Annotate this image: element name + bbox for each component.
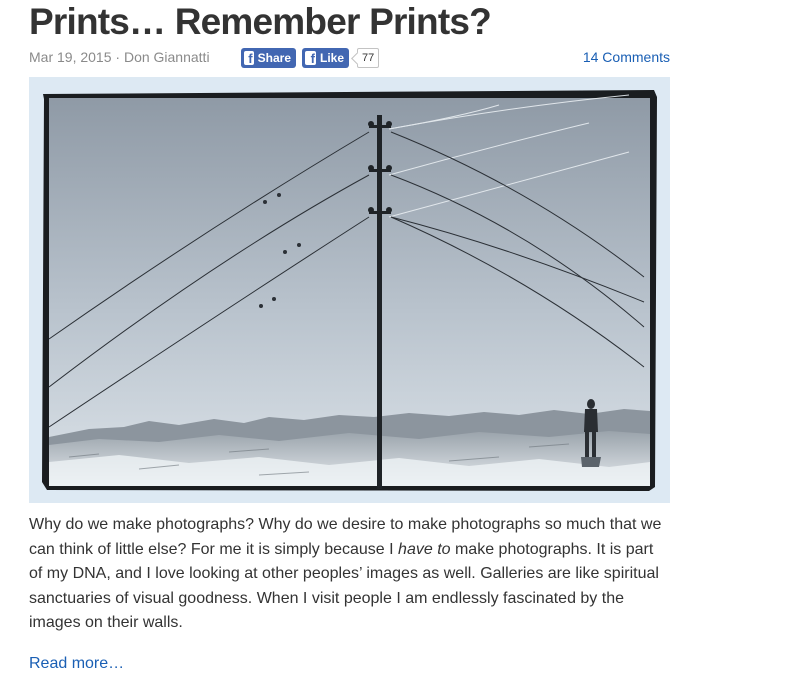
- facebook-icon: f: [305, 51, 316, 65]
- facebook-icon: f: [244, 51, 254, 65]
- like-count-badge: 77: [357, 48, 380, 68]
- featured-photo-image: [42, 90, 657, 491]
- post-excerpt: Why do we make photographs? Why do we de…: [29, 513, 670, 636]
- comments-link[interactable]: 14 Comments: [583, 49, 670, 65]
- excerpt-emphasis: have to: [398, 540, 451, 558]
- post-byline: Mar 19, 2015 · Don Giannatti: [29, 49, 210, 65]
- like-label: Like: [319, 51, 344, 65]
- post-title[interactable]: Prints… Remember Prints?: [29, 0, 670, 44]
- post-date: Mar 19, 2015: [29, 49, 112, 65]
- featured-photo[interactable]: [29, 77, 670, 503]
- blog-post: Prints… Remember Prints? Mar 19, 2015 · …: [29, 0, 670, 672]
- share-label: Share: [257, 51, 291, 65]
- read-more-link[interactable]: Read more…: [29, 655, 124, 673]
- facebook-share-button[interactable]: f Share: [241, 48, 296, 68]
- facebook-like-button[interactable]: f Like: [302, 48, 349, 68]
- meta-separator: ·: [115, 49, 121, 65]
- post-meta: Mar 19, 2015 · Don Giannatti f Share f L…: [29, 47, 670, 73]
- post-author[interactable]: Don Giannatti: [124, 49, 210, 65]
